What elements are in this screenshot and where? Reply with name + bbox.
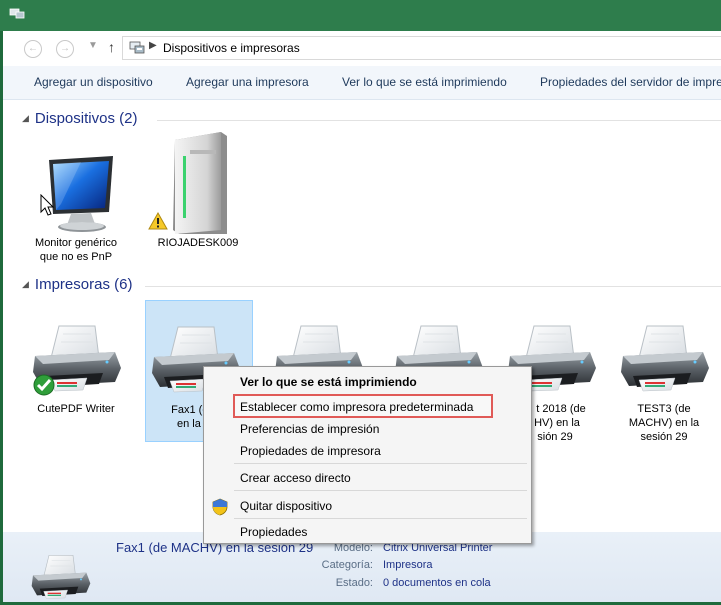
up-arrow-icon[interactable]: ↑ [108, 39, 115, 55]
recent-locations-chevron-icon[interactable]: ▼ [88, 40, 98, 51]
uac-shield-icon [212, 498, 228, 516]
details-status-value: 0 documentos en cola [383, 577, 491, 589]
printer-label-line1: TEST3 (de [637, 403, 691, 415]
group-divider [157, 120, 721, 121]
breadcrumb-separator-icon[interactable]: ▶ [149, 40, 157, 51]
details-category-label: Categoría: [321, 559, 373, 571]
devices-printers-icon [129, 40, 145, 54]
back-arrow-icon[interactable]: ← [24, 40, 42, 58]
address-bar[interactable]: ▶ Dispositivos e impresoras [122, 36, 721, 60]
group-header-printers[interactable]: ◢ Impresoras (6) [22, 276, 132, 293]
devices-printers-app-icon [9, 6, 25, 19]
menu-separator [234, 463, 527, 464]
printer-label-line2: MACHV) en la [628, 417, 700, 429]
collapse-triangle-icon[interactable]: ◢ [22, 113, 29, 123]
details-status-label: Estado: [335, 577, 373, 589]
window-border-left [0, 31, 3, 605]
menu-item-printer-properties[interactable]: Propiedades de impresora [240, 444, 381, 458]
menu-item-set-as-default[interactable]: Establecer como impresora predeterminada [240, 400, 473, 414]
printer-icon [617, 324, 713, 400]
menu-separator [234, 518, 527, 519]
details-printer-icon [29, 554, 93, 605]
navigation-bar: ← → ▼ ↑ ▶ Dispositivos e impresoras [3, 31, 721, 67]
device-label-line1: Monitor genérico [35, 237, 117, 249]
menu-item-remove-device[interactable]: Quitar dispositivo [240, 499, 332, 513]
default-printer-check-icon [33, 374, 55, 400]
menu-item-printing-preferences[interactable]: Preferencias de impresión [240, 422, 379, 436]
warning-icon [148, 211, 168, 234]
device-label-line2: que no es PnP [39, 251, 113, 263]
printer-test3[interactable]: TEST3 (de MACHV) en la sesión 29 [611, 310, 717, 450]
printer-label-line3: sesión 29 [640, 431, 688, 443]
printer-cutepdf-writer[interactable]: CutePDF Writer [23, 310, 129, 430]
add-device-button[interactable]: Agregar un dispositivo [34, 75, 153, 89]
group-title-devices: Dispositivos (2) [34, 110, 138, 127]
menu-item-create-shortcut[interactable]: Crear acceso directo [240, 471, 351, 485]
print-server-properties-button[interactable]: Propiedades del servidor de impre [540, 75, 721, 89]
breadcrumb-current-location[interactable]: Dispositivos e impresoras [163, 41, 300, 55]
printer-label: CutePDF Writer [37, 403, 115, 415]
menu-item-see-whats-printing[interactable]: Ver lo que se está imprimiendo [240, 375, 417, 389]
device-label: RIOJADESK009 [157, 237, 239, 249]
device-monitor[interactable]: Monitor genérico que no es PnP [23, 150, 129, 263]
details-category-value: Impresora [383, 559, 433, 571]
group-header-devices[interactable]: ◢ Dispositivos (2) [22, 110, 137, 127]
group-title-printers: Impresoras (6) [34, 276, 133, 293]
mouse-cursor-icon [40, 194, 54, 216]
forward-arrow-icon[interactable]: → [56, 40, 74, 58]
explorer-window: ← → ▼ ↑ ▶ Dispositivos e impresoras Agre… [0, 0, 721, 605]
title-bar [0, 0, 721, 31]
group-divider [145, 286, 721, 287]
menu-item-properties[interactable]: Propiedades [240, 525, 307, 539]
context-menu: Ver lo que se está imprimiendo Establece… [203, 366, 532, 544]
see-whats-printing-button[interactable]: Ver lo que se está imprimiendo [342, 75, 507, 89]
command-bar: Agregar un dispositivo Agregar una impre… [3, 66, 721, 100]
add-printer-button[interactable]: Agregar una impresora [186, 75, 309, 89]
menu-separator [234, 490, 527, 491]
device-computer[interactable]: RIOJADESK009 [145, 128, 251, 250]
collapse-triangle-icon[interactable]: ◢ [22, 279, 29, 289]
computer-tower-icon [163, 130, 233, 242]
